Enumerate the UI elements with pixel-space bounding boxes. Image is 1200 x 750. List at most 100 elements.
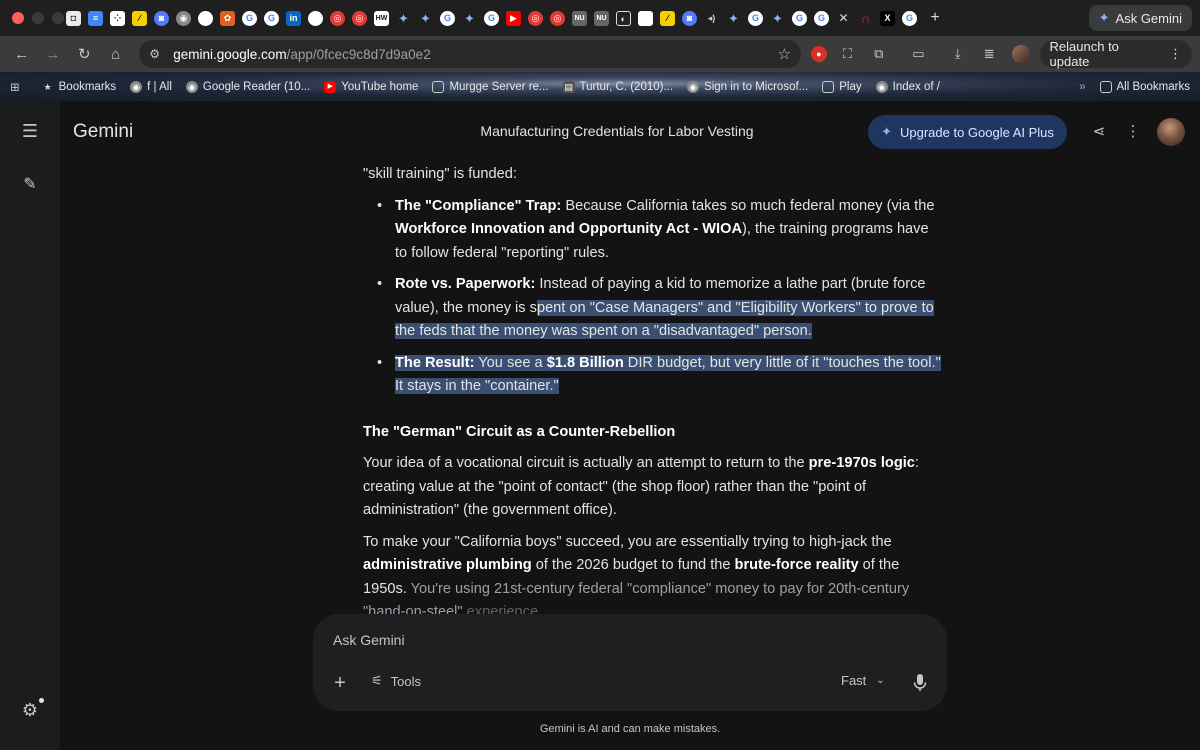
download-icon[interactable]: ⤓ xyxy=(947,43,968,65)
browser-toolbar: ← → ↻ ⌂ ⚙ gemini.google.com/app/0fcec9c8… xyxy=(0,36,1200,72)
white-circle-favicon[interactable] xyxy=(308,10,323,26)
bullet-lead: The "Compliance" Trap: xyxy=(395,197,562,214)
bookmark-item[interactable]: ▤ Turtur, C. (2010)... xyxy=(562,80,673,93)
yellow-favicon[interactable]: ∕ xyxy=(660,10,675,26)
add-attachment-icon[interactable]: + xyxy=(329,672,351,694)
paragraph-text: To make your "California boys" succeed, … xyxy=(363,533,892,550)
yellow-favicon[interactable]: ∕ xyxy=(132,10,147,26)
profile-avatar[interactable] xyxy=(1011,45,1030,63)
extensions-puzzle-icon[interactable]: ⧉ xyxy=(868,43,889,65)
forward-arrow-icon[interactable]: → xyxy=(39,40,66,68)
gemini-favicon[interactable]: ✦ xyxy=(726,11,741,26)
bookmark-item[interactable]: Murgge Server re... xyxy=(432,80,549,93)
hw-favicon[interactable]: HW xyxy=(374,10,389,26)
x-favicon[interactable]: X xyxy=(880,10,895,26)
extension-red-icon[interactable]: ● xyxy=(811,46,827,62)
gemini-spark-icon: ✦ xyxy=(881,124,892,139)
gemini-favicon[interactable]: ✦ xyxy=(418,11,433,26)
share-icon[interactable]: ⋖ xyxy=(1088,121,1110,143)
site-info-icon[interactable]: ⚙ xyxy=(149,47,167,61)
apps-grid-icon[interactable]: ⊞ xyxy=(10,80,20,94)
bookmark-item[interactable]: ◉ f | All xyxy=(130,80,172,93)
window-controls xyxy=(0,12,66,24)
nu-favicon[interactable]: NU xyxy=(572,10,587,26)
gemini-favicon[interactable]: ✦ xyxy=(462,11,477,26)
menu-icon[interactable]: ☰ xyxy=(18,119,42,143)
bookmark-item[interactable]: ◉ Google Reader (10... xyxy=(185,80,310,93)
back-arrow-icon[interactable]: ← xyxy=(8,40,35,68)
bookmark-label: Index of / xyxy=(892,80,940,93)
bookmark-item[interactable]: ★ Bookmarks xyxy=(42,81,117,93)
tab-favicon[interactable]: ◘ xyxy=(66,10,81,26)
google-favicon[interactable]: G xyxy=(748,10,763,26)
tab-search-icon[interactable]: ▭ xyxy=(908,43,929,65)
ask-gemini-button[interactable]: ✦ Ask Gemini xyxy=(1088,5,1192,31)
red-favicon[interactable]: ◎ xyxy=(528,10,543,26)
all-bookmarks-button[interactable]: All Bookmarks xyxy=(1099,80,1190,93)
bookmark-star-icon[interactable]: ☆ xyxy=(778,45,791,63)
red-favicon[interactable]: ◎ xyxy=(330,10,345,26)
google-favicon[interactable]: G xyxy=(440,10,455,26)
upgrade-button[interactable]: ✦ Upgrade to Google AI Plus xyxy=(868,115,1067,149)
minimize-window-button[interactable] xyxy=(32,12,44,24)
new-chat-icon[interactable]: ✎ xyxy=(18,173,42,197)
prompt-input[interactable] xyxy=(333,632,893,648)
dark-favicon[interactable]: ◐ xyxy=(616,10,631,26)
google-favicon[interactable]: G xyxy=(792,10,807,26)
linkedin-favicon[interactable]: in xyxy=(286,10,301,26)
round-favicon[interactable]: ◙ xyxy=(154,10,169,26)
docs-favicon[interactable]: ≡ xyxy=(88,10,103,26)
paragraph-text: Your idea of a vocational circuit is act… xyxy=(363,455,809,471)
nu-favicon[interactable]: NU xyxy=(594,10,609,26)
tab-strip: ◘ ≡ ⁘ ∕ ◙ ◉ ✿ G G in ◎ ◎ HW ✦ ✦ G ✦ G ▶ … xyxy=(0,0,1200,36)
google-favicon[interactable]: G xyxy=(484,10,499,26)
bullet-list: The "Compliance" Trap: Because Californi… xyxy=(363,195,943,399)
bookmark-item[interactable]: ▶ YouTube home xyxy=(324,80,418,93)
google-favicon[interactable]: G xyxy=(242,10,257,26)
maximize-window-button[interactable] xyxy=(52,12,64,24)
address-bar[interactable]: ⚙ gemini.google.com/app/0fcec9c8d7d9a0e2… xyxy=(139,40,802,68)
new-tab-button[interactable]: + xyxy=(926,9,944,27)
relaunch-button[interactable]: Relaunch to update ⋮ xyxy=(1039,39,1192,69)
tools-label: Tools xyxy=(390,673,422,689)
google-favicon[interactable]: G xyxy=(264,10,279,26)
youtube-icon: ▶ xyxy=(324,80,337,93)
bookmark-item[interactable]: Play xyxy=(822,80,862,93)
round-favicon[interactable]: ◙ xyxy=(682,10,697,26)
reload-icon[interactable]: ↻ xyxy=(71,40,98,68)
google-favicon[interactable]: G xyxy=(814,10,829,26)
microphone-icon[interactable] xyxy=(911,672,929,694)
settings-gear-icon[interactable]: ⚙ xyxy=(18,698,44,722)
gemini-logo[interactable]: Gemini xyxy=(73,121,133,143)
chevron-right-icon[interactable]: » xyxy=(1079,81,1085,93)
white-square-favicon[interactable] xyxy=(638,10,653,26)
youtube-favicon[interactable]: ▶ xyxy=(506,10,521,26)
red-favicon[interactable]: ◎ xyxy=(352,10,367,26)
bullet-text: You see a xyxy=(474,354,547,371)
chevron-down-icon: ⌄ xyxy=(876,675,885,686)
bookmark-item[interactable]: ◉ Index of / xyxy=(875,80,940,93)
dice-favicon[interactable]: ⁘ xyxy=(110,10,125,26)
red-favicon[interactable]: ◎ xyxy=(550,10,565,26)
more-vert-icon[interactable]: ⋮ xyxy=(1122,121,1144,143)
chrome-favicon[interactable]: ◉ xyxy=(176,10,191,26)
reading-list-icon[interactable]: ≣ xyxy=(979,43,1000,65)
extension-capture-icon[interactable]: ⛶ xyxy=(837,43,858,65)
bullet-lead: Rote vs. Paperwork: xyxy=(395,276,536,292)
close-tab-icon[interactable]: ✕ xyxy=(836,11,851,26)
google-favicon[interactable]: G xyxy=(902,10,917,26)
white-circle-favicon[interactable] xyxy=(198,10,213,26)
speaker-favicon[interactable]: ◂) xyxy=(704,11,719,26)
close-window-button[interactable] xyxy=(12,12,24,24)
puzzle-favicon[interactable]: ✿ xyxy=(220,10,235,26)
model-selector[interactable]: Fast ⌄ xyxy=(841,673,885,688)
account-avatar[interactable] xyxy=(1157,118,1185,146)
tools-button[interactable]: ⚟ Tools xyxy=(371,673,421,689)
headphones-favicon[interactable]: ∩ xyxy=(858,11,873,26)
gemini-favicon[interactable]: ✦ xyxy=(396,11,411,26)
tab-list: ◘ ≡ ⁘ ∕ ◙ ◉ ✿ G G in ◎ ◎ HW ✦ ✦ G ✦ G ▶ … xyxy=(66,9,1075,27)
list-item: Rote vs. Paperwork: Instead of paying a … xyxy=(363,273,943,344)
bookmark-item[interactable]: ◉ Sign in to Microsof... xyxy=(687,80,808,93)
home-icon[interactable]: ⌂ xyxy=(102,40,129,68)
gemini-favicon[interactable]: ✦ xyxy=(770,11,785,26)
